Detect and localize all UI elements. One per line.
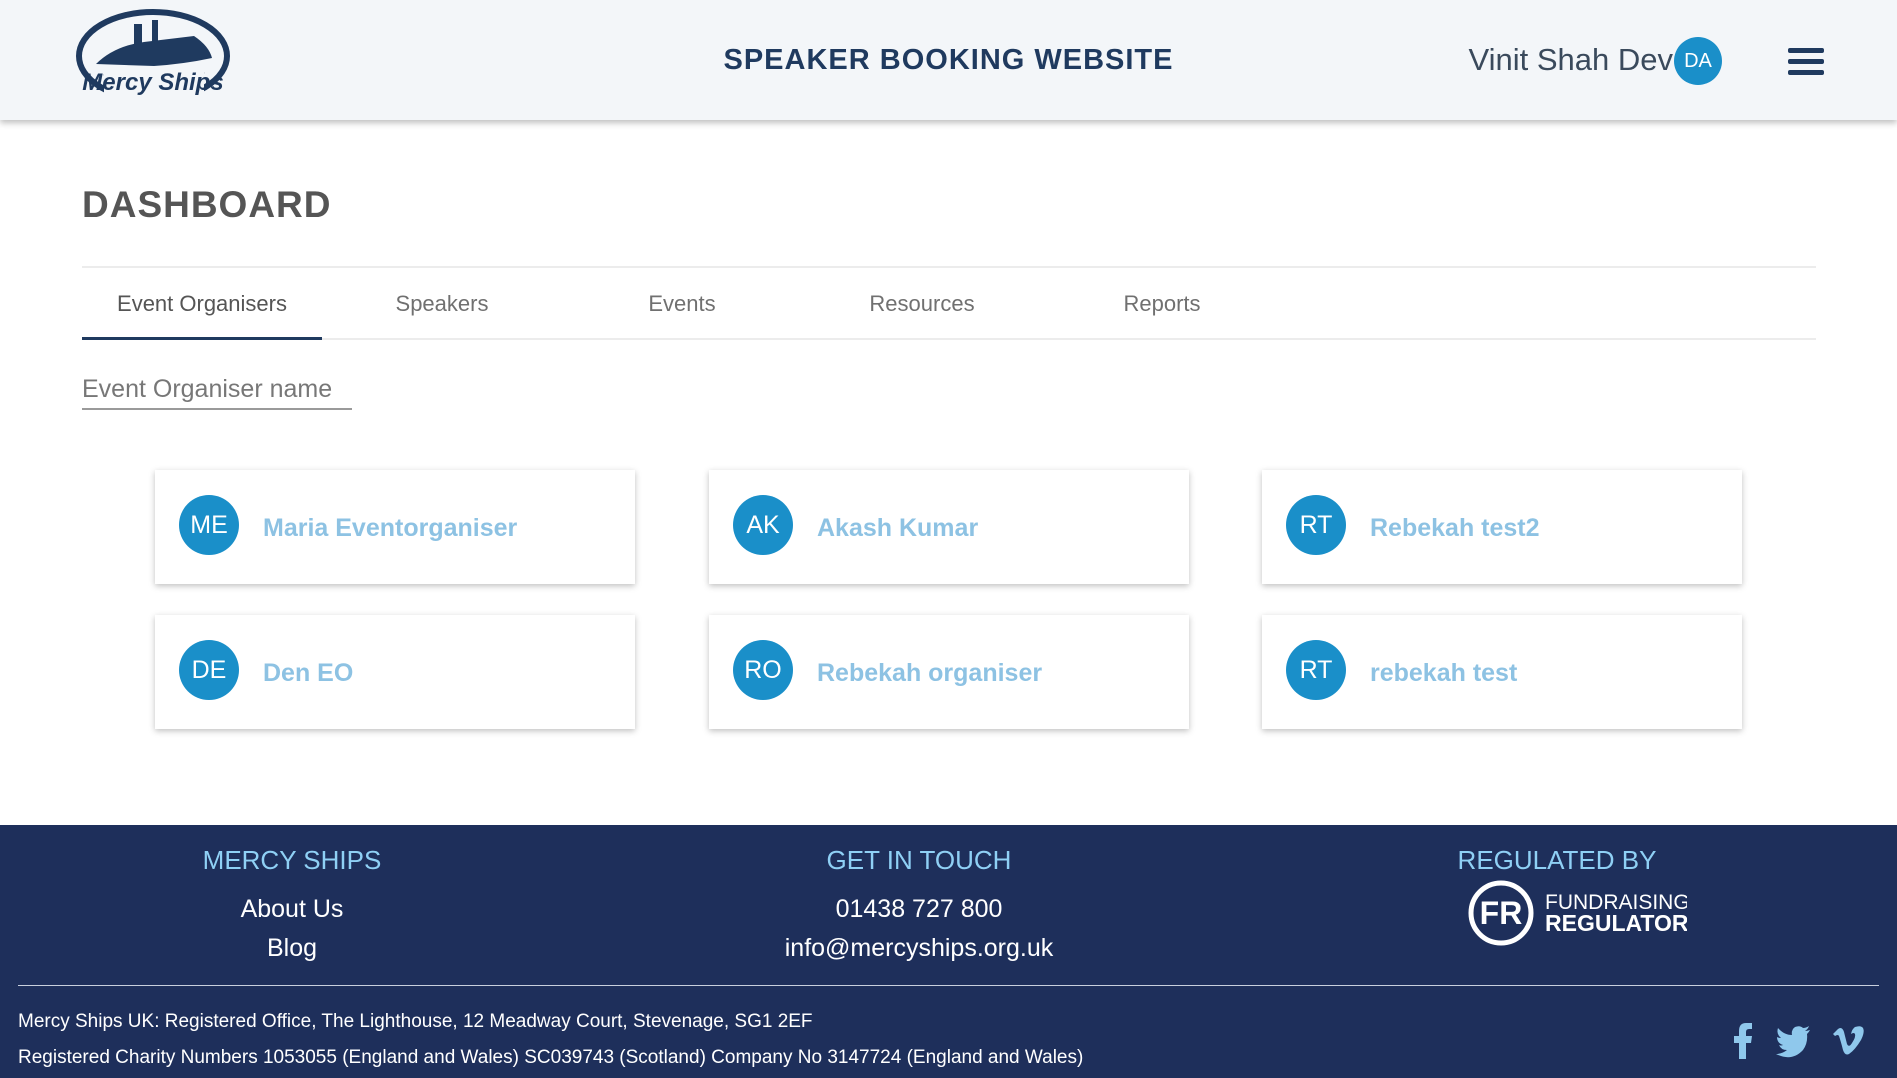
organiser-card[interactable]: RO Rebekah organiser (709, 615, 1189, 729)
organiser-name: Akash Kumar (817, 514, 979, 542)
organiser-avatar: ME (179, 495, 239, 555)
site-header: Mercy Ships SPEAKER BOOKING WEBSITE Vini… (0, 0, 1897, 120)
organiser-search-input[interactable] (82, 370, 352, 410)
organiser-card[interactable]: DE Den EO (155, 615, 635, 729)
organiser-name: rebekah test (1370, 659, 1518, 687)
organiser-avatar: RT (1286, 495, 1346, 555)
organiser-avatar: DE (179, 640, 239, 700)
tab-resources[interactable]: Resources (802, 268, 1042, 340)
tab-speakers[interactable]: Speakers (322, 268, 562, 340)
organiser-avatar: RT (1286, 640, 1346, 700)
organiser-card[interactable]: AK Akash Kumar (709, 470, 1189, 584)
footer-heading-get-in-touch: GET IN TOUCH (826, 845, 1012, 875)
vimeo-icon[interactable] (1833, 1023, 1865, 1059)
footer-legal-address: Mercy Ships UK: Registered Office, The L… (18, 1011, 813, 1032)
organiser-name: Den EO (263, 659, 354, 687)
tab-events[interactable]: Events (562, 268, 802, 340)
footer-email[interactable]: info@mercyships.org.uk (719, 934, 1119, 963)
organiser-card[interactable]: RT rebekah test (1262, 615, 1742, 729)
fundraising-regulator-logo[interactable]: FR FUNDRAISING REGULATOR (1467, 877, 1687, 949)
tab-reports[interactable]: Reports (1042, 268, 1282, 340)
organiser-avatar: AK (733, 495, 793, 555)
organiser-card[interactable]: RT Rebekah test2 (1262, 470, 1742, 584)
footer-link-about-us[interactable]: About Us (142, 895, 442, 924)
page-title: DASHBOARD (82, 184, 332, 225)
footer-phone[interactable]: 01438 727 800 (719, 895, 1119, 924)
facebook-icon[interactable] (1733, 1023, 1753, 1059)
footer-divider (18, 985, 1879, 986)
footer-legal-registration: Registered Charity Numbers 1053055 (Engl… (18, 1047, 1084, 1068)
dashboard-tabs: Event Organisers Speakers Events Resourc… (82, 266, 1816, 340)
user-avatar[interactable]: DA (1674, 37, 1722, 85)
user-name[interactable]: Vinit Shah Dev (1469, 42, 1674, 78)
site-footer: MERCY SHIPS About Us Blog GET IN TOUCH 0… (0, 825, 1897, 1078)
tab-event-organisers[interactable]: Event Organisers (82, 268, 322, 340)
organiser-name: Rebekah organiser (817, 659, 1043, 687)
organiser-name: Maria Eventorganiser (263, 514, 518, 542)
footer-heading-regulated-by: REGULATED BY (1457, 845, 1657, 875)
svg-text:FR: FR (1480, 895, 1523, 931)
footer-link-blog[interactable]: Blog (142, 934, 442, 963)
organiser-avatar: RO (733, 640, 793, 700)
hamburger-menu-icon[interactable] (1788, 48, 1824, 78)
twitter-icon[interactable] (1776, 1023, 1810, 1059)
organiser-card[interactable]: ME Maria Eventorganiser (155, 470, 635, 584)
footer-heading-mercy-ships: MERCY SHIPS (202, 845, 382, 875)
organiser-name: Rebekah test2 (1370, 514, 1540, 542)
svg-text:REGULATOR: REGULATOR (1545, 910, 1687, 936)
